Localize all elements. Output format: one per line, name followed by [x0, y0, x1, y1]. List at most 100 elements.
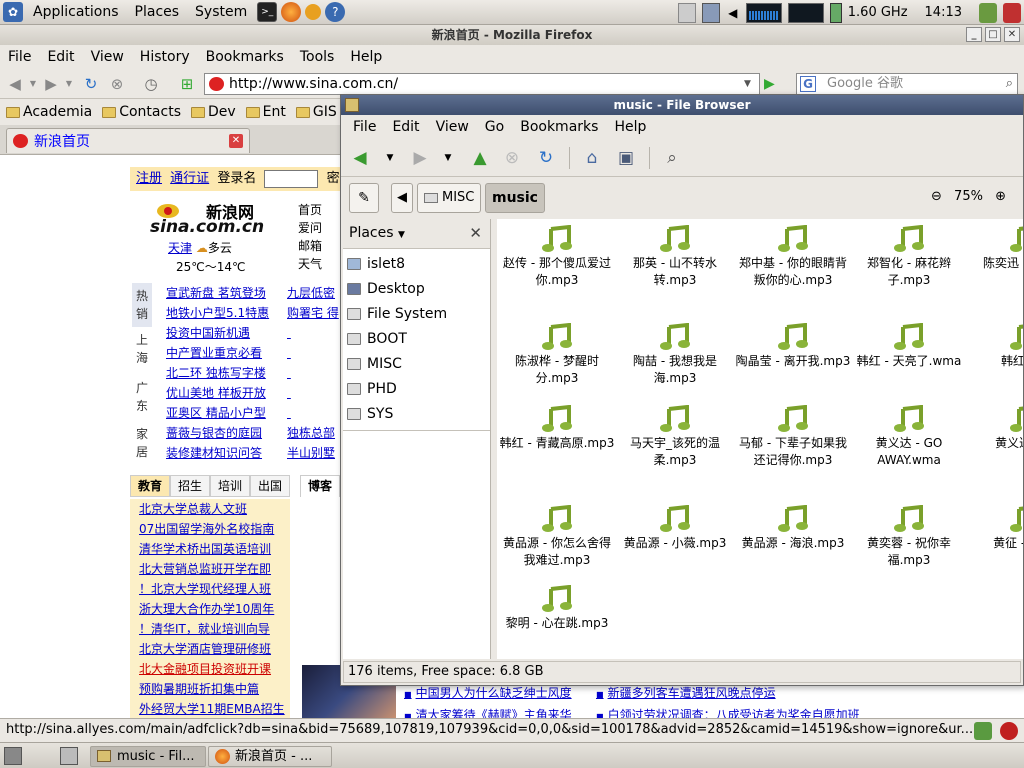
- login-input[interactable]: [264, 169, 319, 188]
- tab-abroad[interactable]: 出国: [250, 475, 290, 497]
- edu-link[interactable]: 07出国留学海外名校指南: [139, 519, 290, 539]
- stop-icon[interactable]: ⊗: [108, 75, 126, 93]
- applications-menu[interactable]: Applications: [25, 0, 127, 25]
- fb-menu-go[interactable]: Go: [477, 119, 512, 135]
- music-file[interactable]: 那英 - 山不转水转.mp3: [617, 225, 733, 289]
- firefox-titlebar[interactable]: 新浪首页 - Mozilla Firefox _ □ ✕: [0, 25, 1024, 45]
- bookmark-ent[interactable]: Ent: [240, 104, 290, 120]
- shutdown-icon[interactable]: [1003, 2, 1021, 23]
- music-file[interactable]: 马郁 - 下辈子如果我还记得你.mp3: [735, 405, 851, 469]
- new-tab-icon[interactable]: ⊞: [178, 75, 196, 93]
- close-icon[interactable]: ✕: [1004, 27, 1020, 42]
- minimize-icon[interactable]: _: [966, 27, 982, 42]
- music-file[interactable]: 陶晶莹 - 离开我.mp3: [735, 323, 851, 370]
- back-arrow-icon[interactable]: ◀: [349, 148, 371, 168]
- edu-link[interactable]: 北大金融项目投资班开课: [139, 659, 290, 679]
- housing-link[interactable]: 蔷薇与银杏的庭园: [166, 423, 269, 443]
- place-sys[interactable]: SYS: [343, 401, 490, 426]
- bookmark-dev[interactable]: Dev: [185, 104, 240, 120]
- fb-menu-file[interactable]: File: [345, 119, 384, 135]
- music-file[interactable]: 陶喆 - 我想我是海.mp3: [617, 323, 733, 387]
- terminal-icon[interactable]: >_: [257, 2, 278, 22]
- housing-link[interactable]: 宣武新盘 茗筑登场: [166, 283, 269, 303]
- menu-bookmarks[interactable]: Bookmarks: [198, 49, 292, 65]
- system-menu[interactable]: System: [187, 0, 255, 25]
- edu-link[interactable]: ！清华IT，就业培训向导: [139, 619, 290, 639]
- place-desktop[interactable]: Desktop: [343, 276, 490, 301]
- housing-link[interactable]: 装修建材知识问答: [166, 443, 269, 463]
- music-file[interactable]: 黄品源 - 你怎么舍得我难过.mp3: [499, 505, 615, 569]
- housing-link[interactable]: 地铁小户型5.1特惠: [166, 303, 269, 323]
- zoom-in-icon[interactable]: ⊕: [995, 189, 1006, 204]
- housing-link[interactable]: 优山美地 样板开放: [166, 383, 269, 403]
- back-arrow-icon[interactable]: ◀: [6, 75, 24, 93]
- music-file[interactable]: 马天宇_该死的温柔.mp3: [617, 405, 733, 469]
- reload-icon[interactable]: ↻: [82, 75, 100, 93]
- tab-blog[interactable]: 博客: [300, 475, 340, 497]
- clock[interactable]: 14:13: [925, 3, 962, 23]
- forward-arrow-icon[interactable]: ▶: [409, 148, 431, 168]
- music-file[interactable]: 韩红 - 来: [967, 323, 1023, 370]
- file-browser-titlebar[interactable]: music - File Browser: [341, 95, 1023, 115]
- sina-logo[interactable]: 新浪网 sina.com.cn: [150, 197, 270, 239]
- forward-history-icon[interactable]: ▼: [60, 75, 78, 93]
- help-icon[interactable]: ?: [325, 2, 346, 22]
- google-engine-icon[interactable]: G: [800, 76, 816, 92]
- menu-edit[interactable]: Edit: [39, 49, 82, 65]
- fb-menu-bookmarks[interactable]: Bookmarks: [512, 119, 606, 135]
- menu-view[interactable]: View: [83, 49, 132, 65]
- music-file[interactable]: 赵传 - 那个傻瓜爱过你.mp3: [499, 225, 615, 289]
- cpu-freq[interactable]: 1.60 GHz: [848, 3, 908, 23]
- cpu-monitor[interactable]: [745, 2, 782, 23]
- tab-admission[interactable]: 招生: [170, 475, 210, 497]
- nav-mail[interactable]: 邮箱: [298, 237, 322, 255]
- news-link[interactable]: 清大家筹待《赫赋》主角来华: [404, 705, 572, 718]
- edu-link[interactable]: ！北京大学现代经理人班: [139, 579, 290, 599]
- gnome-foot-icon[interactable]: ✿: [3, 2, 23, 22]
- menu-file[interactable]: File: [0, 49, 39, 65]
- reload-icon[interactable]: ↻: [535, 148, 557, 168]
- close-sidebar-icon[interactable]: ✕: [469, 219, 482, 247]
- zoom-level[interactable]: 75%: [954, 189, 983, 204]
- search-icon[interactable]: ⌕: [661, 148, 683, 168]
- edu-link[interactable]: 外经贸大学11期EMBA招生: [139, 699, 290, 718]
- edu-link[interactable]: 北京大学酒店管理研修班: [139, 639, 290, 659]
- music-file[interactable]: 韩红 - 天亮了.wma: [851, 323, 967, 370]
- places-menu[interactable]: Places: [127, 0, 188, 25]
- nav-iask[interactable]: 爱问: [298, 219, 322, 237]
- place-misc[interactable]: MISC: [343, 351, 490, 376]
- music-file[interactable]: 黎明 - 心在跳.mp3: [499, 585, 615, 632]
- forward-arrow-icon[interactable]: ▶: [42, 75, 60, 93]
- close-tab-icon[interactable]: ✕: [229, 134, 243, 148]
- zoom-out-icon[interactable]: ⊖: [931, 189, 942, 204]
- search-magnifier-icon[interactable]: ⌕: [1006, 74, 1013, 94]
- housing-link[interactable]: 亚奥区 精品小户型: [166, 403, 269, 423]
- workspace-icon[interactable]: [60, 747, 78, 765]
- fb-menu-edit[interactable]: Edit: [384, 119, 427, 135]
- computer-icon[interactable]: ▣: [615, 148, 637, 168]
- maximize-icon[interactable]: □: [985, 27, 1001, 42]
- home-icon[interactable]: ◷: [142, 75, 160, 93]
- housing-link[interactable]: 中产置业重京必看: [166, 343, 269, 363]
- go-arrow-icon[interactable]: ▶: [764, 76, 780, 92]
- adblock-icon[interactable]: [1000, 722, 1018, 740]
- crumb-scroll-left[interactable]: ◀: [391, 183, 413, 213]
- firefox-icon[interactable]: [281, 2, 302, 22]
- music-file[interactable]: 黄义达 - m: [967, 405, 1023, 452]
- music-file[interactable]: 黄奕蓉 - 祝你幸福.mp3: [851, 505, 967, 569]
- menu-history[interactable]: History: [132, 49, 198, 65]
- menu-help[interactable]: Help: [342, 49, 390, 65]
- menu-tools[interactable]: Tools: [292, 49, 343, 65]
- bookmark-contacts[interactable]: Contacts: [96, 104, 185, 120]
- printer-icon[interactable]: [677, 2, 696, 23]
- music-file[interactable]: 陈淑桦 - 梦醒时分.mp3: [499, 323, 615, 387]
- place-boot[interactable]: BOOT: [343, 326, 490, 351]
- housing-link[interactable]: 北二环 独栋写字楼: [166, 363, 269, 383]
- news-link[interactable]: 白领过劳状况调查：八成受访者为奖金自愿加班: [596, 705, 860, 718]
- place-home[interactable]: islet8: [343, 251, 490, 276]
- place-file-system[interactable]: File System: [343, 301, 490, 326]
- up-arrow-icon[interactable]: ▲: [469, 148, 491, 168]
- network-monitor[interactable]: [787, 2, 824, 23]
- extension-icon[interactable]: [974, 722, 992, 740]
- music-file[interactable]: 韩红 - 青藏高原.mp3: [499, 405, 615, 452]
